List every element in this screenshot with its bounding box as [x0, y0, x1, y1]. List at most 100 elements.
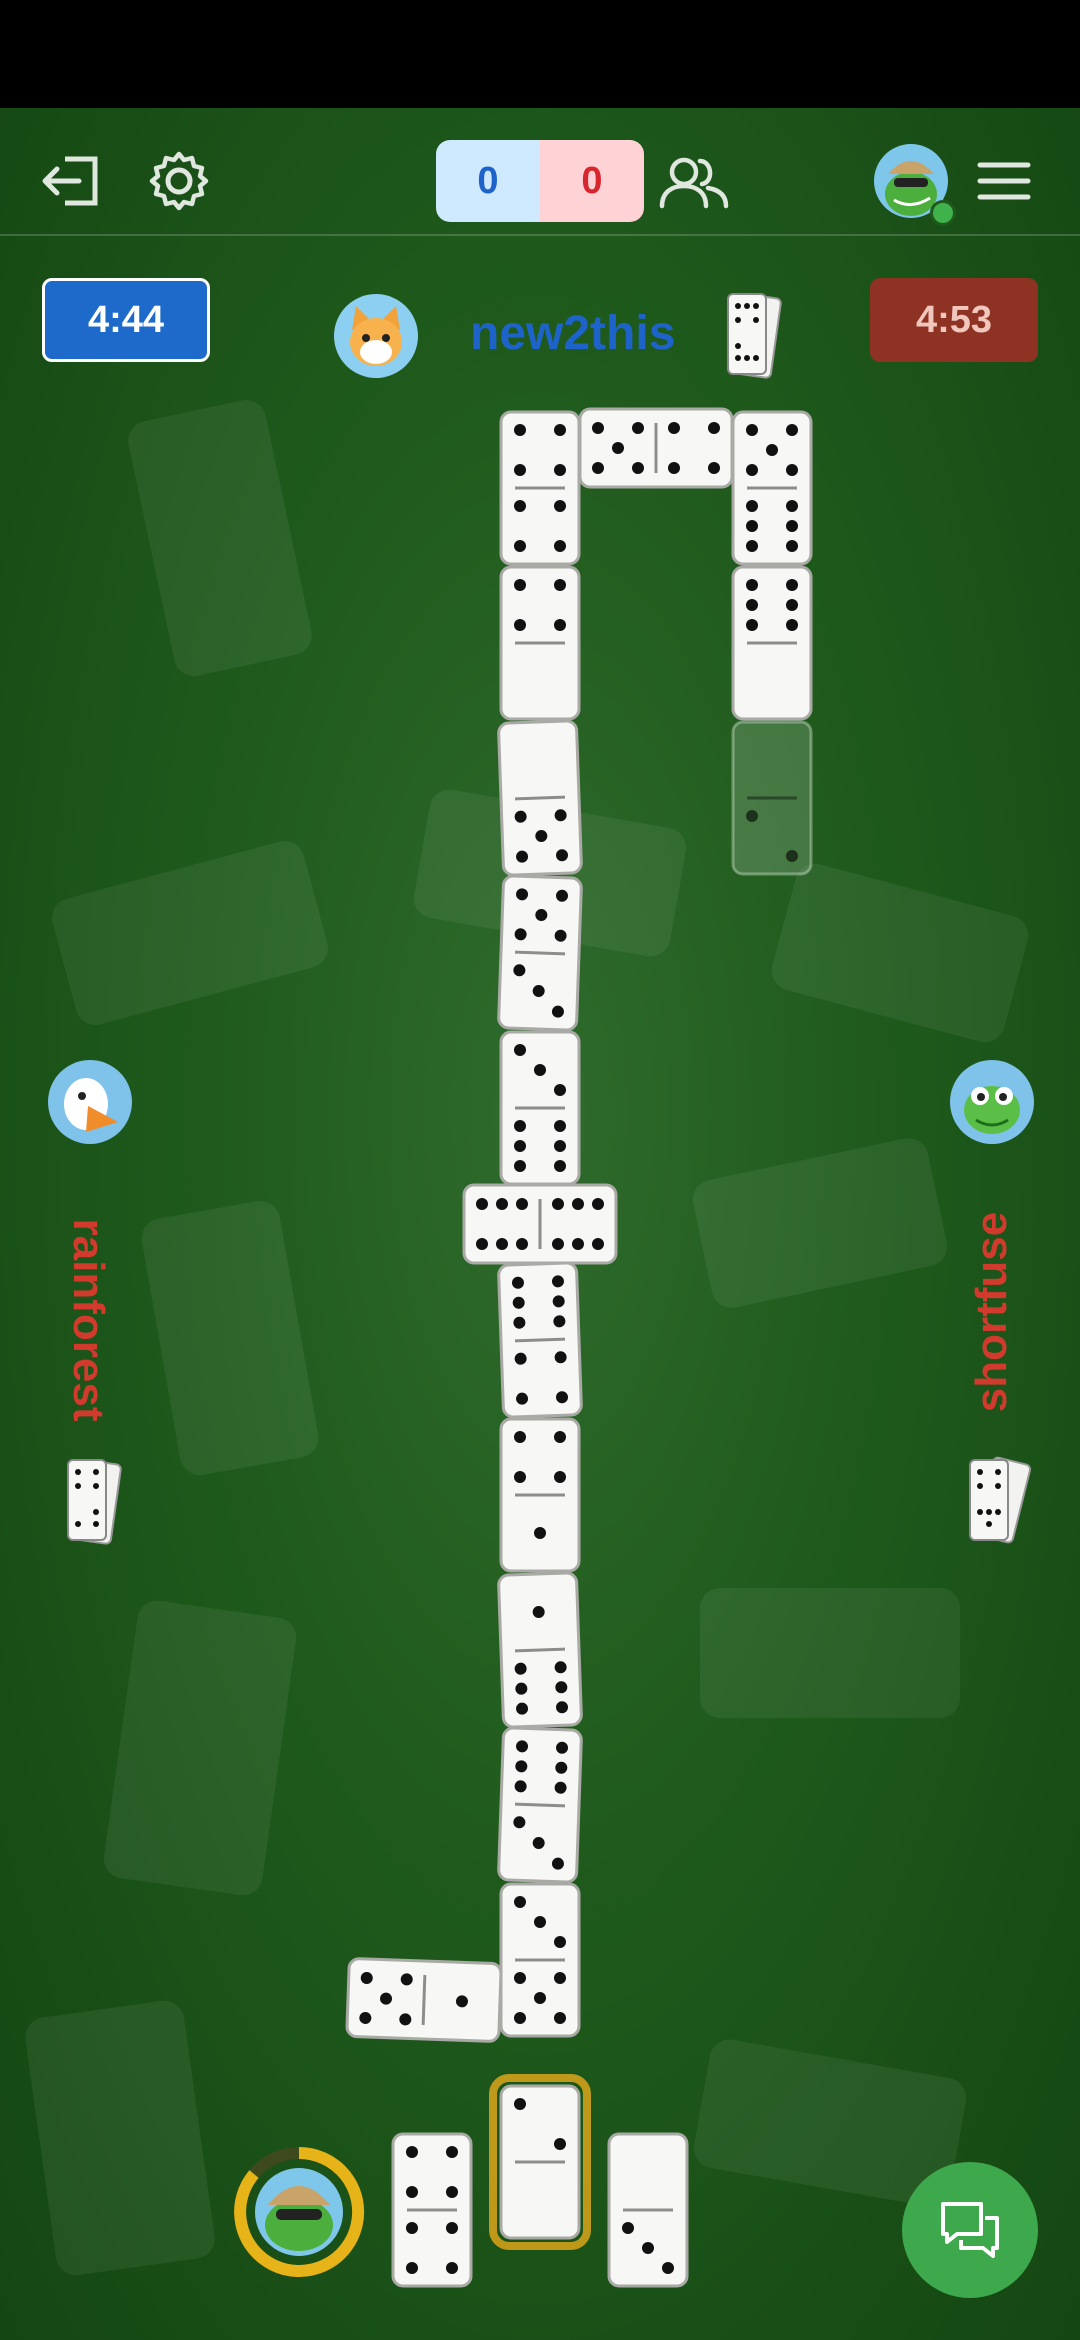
- pip: [496, 1198, 508, 1210]
- pip: [554, 2012, 566, 2024]
- pip: [514, 464, 526, 476]
- board-domino: [497, 719, 583, 877]
- pip: [514, 2012, 526, 2024]
- pip: [708, 422, 720, 434]
- board-domino: [578, 407, 734, 489]
- pip: [514, 1896, 526, 1908]
- pip: [786, 599, 798, 611]
- pip: [572, 1198, 584, 1210]
- pip: [514, 1140, 526, 1152]
- board-domino: [497, 874, 583, 1032]
- pip: [446, 2186, 458, 2198]
- pip: [476, 1238, 488, 1250]
- pip: [746, 810, 758, 822]
- pip: [534, 1992, 546, 2004]
- pip: [496, 1238, 508, 1250]
- pip: [514, 540, 526, 552]
- pip: [554, 1431, 566, 1443]
- pip: [746, 520, 758, 532]
- placement-hint-domino[interactable]: [731, 720, 813, 876]
- pip: [534, 1064, 546, 1076]
- board-domino: [497, 1571, 583, 1729]
- pip: [514, 579, 526, 591]
- board-domino: [499, 565, 581, 721]
- domino-layer: [345, 407, 813, 2288]
- board-domino: [499, 1882, 581, 2038]
- board-domino: [731, 410, 813, 566]
- turn-timer-ring: [234, 2147, 365, 2277]
- pip: [514, 500, 526, 512]
- pip: [746, 464, 758, 476]
- pip: [592, 1198, 604, 1210]
- pip: [786, 424, 798, 436]
- pip: [786, 850, 798, 862]
- pip: [622, 2222, 634, 2234]
- pip: [554, 1140, 566, 1152]
- pip: [554, 1972, 566, 1984]
- game-screen: 0 0 4:44 4:53 new2this rainforest shortf…: [0, 0, 1080, 2340]
- pip: [406, 2222, 418, 2234]
- board-domino: [345, 1957, 503, 2043]
- pip: [592, 1238, 604, 1250]
- pip: [662, 2262, 674, 2274]
- pip: [786, 464, 798, 476]
- pip: [642, 2242, 654, 2254]
- pip: [786, 500, 798, 512]
- hand-domino-selected[interactable]: [489, 2074, 591, 2250]
- pip: [668, 462, 680, 474]
- pip: [592, 422, 604, 434]
- pip: [516, 1238, 528, 1250]
- pip: [514, 1431, 526, 1443]
- chat-button[interactable]: [902, 2162, 1038, 2298]
- pip: [516, 1198, 528, 1210]
- pip: [554, 2138, 566, 2150]
- pip: [746, 599, 758, 611]
- pip: [406, 2186, 418, 2198]
- pip: [746, 619, 758, 631]
- pip: [554, 1936, 566, 1948]
- pip: [514, 424, 526, 436]
- pip: [746, 540, 758, 552]
- pip: [476, 1198, 488, 1210]
- pip: [554, 500, 566, 512]
- pip: [554, 540, 566, 552]
- pip: [514, 2098, 526, 2110]
- pip: [554, 619, 566, 631]
- pip: [554, 424, 566, 436]
- board-domino: [499, 410, 581, 566]
- pip: [406, 2146, 418, 2158]
- pip: [534, 1916, 546, 1928]
- pip: [572, 1238, 584, 1250]
- pip: [786, 520, 798, 532]
- pip: [766, 444, 778, 456]
- pip: [746, 424, 758, 436]
- pip: [554, 1120, 566, 1132]
- chat-icon: [941, 2202, 999, 2258]
- pip: [554, 1084, 566, 1096]
- pip: [406, 2262, 418, 2274]
- board-domino: [731, 565, 813, 721]
- pip: [592, 462, 604, 474]
- board-domino: [497, 1261, 583, 1419]
- pip: [554, 579, 566, 591]
- pip: [746, 500, 758, 512]
- board-domino: [462, 1183, 618, 1265]
- pip: [446, 2222, 458, 2234]
- pip: [446, 2262, 458, 2274]
- board-domino: [499, 1030, 581, 1186]
- hand-domino[interactable]: [607, 2132, 689, 2288]
- pip: [554, 1471, 566, 1483]
- pip: [554, 464, 566, 476]
- pip: [554, 1160, 566, 1172]
- pip: [668, 422, 680, 434]
- pip: [632, 422, 644, 434]
- hand-domino[interactable]: [391, 2132, 473, 2288]
- pip: [514, 619, 526, 631]
- pip: [446, 2146, 458, 2158]
- pip: [514, 1044, 526, 1056]
- pip: [612, 442, 624, 454]
- pip: [514, 1972, 526, 1984]
- pip: [514, 1120, 526, 1132]
- pip: [786, 579, 798, 591]
- pip: [632, 462, 644, 474]
